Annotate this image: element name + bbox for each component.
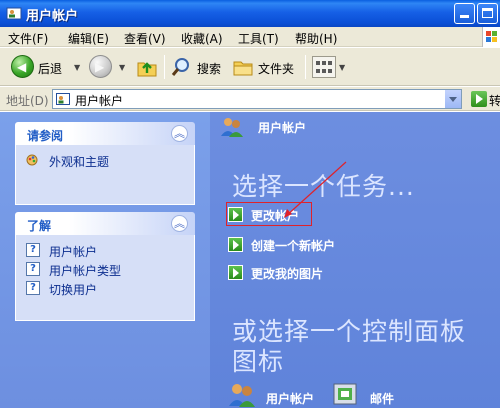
address-label: 地址(D) xyxy=(6,94,49,108)
back-label[interactable]: 后退 xyxy=(38,60,62,77)
up-folder-icon[interactable] xyxy=(136,56,158,78)
learn-item-label: 切换用户 xyxy=(49,283,98,297)
learn-about-header[interactable]: 了解 xyxy=(15,212,195,235)
back-button[interactable]: ◀ xyxy=(11,55,34,78)
learn-item-label: 用户帐户 xyxy=(49,245,98,259)
content-header: 用户帐户 xyxy=(210,112,500,142)
maximize-button[interactable] xyxy=(477,3,498,24)
cp-icon-label-users[interactable]: 用户帐户 xyxy=(266,390,314,407)
appearance-icon xyxy=(26,154,38,166)
see-also-title: 请参阅 xyxy=(27,129,64,143)
search-label[interactable]: 搜索 xyxy=(197,60,221,77)
see-also-header[interactable]: 请参阅 xyxy=(15,122,195,145)
menu-view[interactable]: 查看(V) xyxy=(124,30,166,47)
forward-button[interactable]: ▶ xyxy=(89,55,112,78)
windows-logo-icon xyxy=(482,27,500,47)
menu-help[interactable]: 帮助(H) xyxy=(295,30,337,47)
green-arrow-icon xyxy=(228,265,243,280)
learn-item-account-types[interactable]: ? 用户帐户类型 xyxy=(26,260,194,279)
mail-icon[interactable] xyxy=(332,380,360,406)
folders-icon[interactable] xyxy=(232,56,254,78)
learn-item-label: 用户帐户类型 xyxy=(49,264,122,278)
menu-file[interactable]: 文件(F) xyxy=(8,30,48,47)
go-arrow-icon[interactable] xyxy=(471,91,487,107)
go-label[interactable]: 转 xyxy=(489,92,500,109)
content-title: 用户帐户 xyxy=(258,121,307,135)
left-task-pane: 请参阅 外观和主题 了解 ? 用户帐户 ? 用户帐户类型 xyxy=(0,112,210,408)
see-also-box: 请参阅 外观和主题 xyxy=(15,122,195,205)
help-icon: ? xyxy=(26,281,40,295)
address-bar: 地址(D) 用户帐户 转 xyxy=(0,87,500,111)
learn-about-box: 了解 ? 用户帐户 ? 用户帐户类型 ? 切换用户 xyxy=(15,212,195,321)
control-panel-heading-cont: 图标 xyxy=(232,347,285,376)
back-arrow-icon: ◀ xyxy=(17,60,27,74)
green-arrow-icon xyxy=(228,237,243,252)
collapse-icon[interactable] xyxy=(171,215,188,232)
menu-favorites[interactable]: 收藏(A) xyxy=(181,30,223,47)
cp-icon-label-mail[interactable]: 邮件 xyxy=(370,390,394,407)
main-content: 用户帐户 选择一个任务... 更改帐户 创建一个新帐户 更改我的图片 或选择一个… xyxy=(210,112,500,408)
users-icon xyxy=(221,118,243,137)
search-icon[interactable] xyxy=(170,56,192,78)
help-icon: ? xyxy=(26,243,40,257)
task-label: 更改我的图片 xyxy=(251,267,324,281)
task-label: 创建一个新帐户 xyxy=(251,239,336,253)
menu-edit[interactable]: 编辑(E) xyxy=(68,30,109,47)
address-value: 用户帐户 xyxy=(75,94,124,108)
menu-bar: 文件(F) 编辑(E) 查看(V) 收藏(A) 工具(T) 帮助(H) xyxy=(0,27,500,47)
collapse-icon[interactable] xyxy=(171,125,188,142)
user-accounts-icon xyxy=(56,93,70,105)
users-icon[interactable] xyxy=(228,382,256,408)
views-button[interactable] xyxy=(312,56,336,78)
user-accounts-icon xyxy=(6,7,22,20)
help-icon: ? xyxy=(26,262,40,276)
see-also-label: 外观和主题 xyxy=(49,155,110,169)
learn-about-title: 了解 xyxy=(27,219,52,233)
learn-item-user-accounts[interactable]: ? 用户帐户 xyxy=(26,241,194,260)
back-dropdown-icon[interactable]: ▼ xyxy=(74,63,80,72)
toolbar-separator xyxy=(164,55,165,79)
minimize-button[interactable] xyxy=(454,3,475,24)
window-title: 用户帐户 xyxy=(26,9,79,24)
address-field[interactable]: 用户帐户 xyxy=(52,89,462,109)
address-dropdown-icon[interactable] xyxy=(444,90,461,108)
forward-dropdown-icon[interactable]: ▼ xyxy=(119,63,125,72)
learn-item-switch-users[interactable]: ? 切换用户 xyxy=(26,279,194,298)
title-bar: 用户帐户 xyxy=(0,0,500,27)
see-also-item-appearance[interactable]: 外观和主题 xyxy=(26,151,194,170)
toolbar: ◀ 后退 ▼ ▶ ▼ 搜索 文件夹 ▼ xyxy=(0,48,500,86)
views-dropdown-icon[interactable]: ▼ xyxy=(339,63,345,72)
annotation-arrow xyxy=(284,161,347,218)
forward-arrow-icon: ▶ xyxy=(95,60,105,74)
menu-tools[interactable]: 工具(T) xyxy=(238,30,279,47)
toolbar-separator xyxy=(305,55,306,79)
folders-label[interactable]: 文件夹 xyxy=(258,60,294,77)
